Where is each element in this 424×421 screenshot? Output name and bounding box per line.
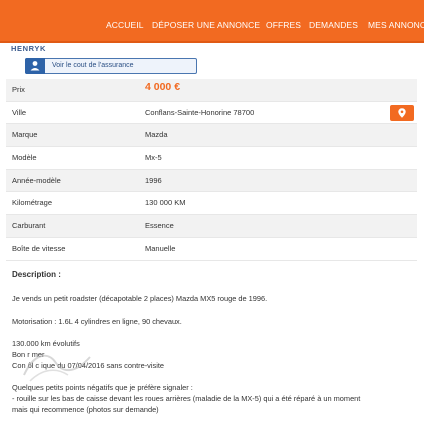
spec-row-model: Modèle Mx-5 [6,147,417,170]
spec-label: Année-modèle [12,175,61,185]
nav-accueil[interactable]: ACCUEIL [106,20,144,30]
year-value: 1996 [145,175,162,185]
nav-offres[interactable]: OFFRES [266,20,301,30]
description-line: Je vends un petit roadster (décapotable … [12,294,268,303]
map-pin-icon [398,107,406,118]
spec-label: Modèle [12,153,37,163]
description-line: mais qui recommence (photos sur demande) [12,405,159,414]
watermark-logo [23,354,91,382]
spec-row-city: Ville Conflans-Sainte-Honorine 78700 [6,102,417,125]
spec-row-price: Prix 4 000 € [6,79,417,102]
brand-value: Mazda [145,130,168,140]
nav-demandes[interactable]: DEMANDES [309,20,358,30]
insurance-cost-button[interactable]: Voir le cout de l'assurance [25,58,197,74]
user-icon [25,58,45,74]
spec-row-year: Année-modèle 1996 [6,169,417,193]
spec-label: Carburant [12,221,46,231]
seller-name: HENRYK [11,44,46,53]
description-line: Motorisation : 1.6L 4 cylindres en ligne… [12,317,182,326]
insurance-cost-label: Voir le cout de l'assurance [52,62,134,69]
spec-label: Kilométrage [12,198,53,208]
spec-label: Ville [12,107,27,117]
spec-row-gearbox: Boîte de vitesse Manuelle [6,238,417,261]
spec-label: Boîte de vitesse [12,243,66,253]
city-value: Conflans-Sainte-Honorine 78700 [145,107,255,117]
spec-row-brand: Marque Mazda [6,124,417,148]
map-location-button[interactable] [390,104,414,121]
spec-label: Marque [12,130,38,140]
description-heading: Description : [12,270,61,279]
spec-row-mileage: Kilométrage 130 000 KM [6,192,417,216]
price-value: 4 000 € [145,81,181,93]
top-navigation-bar: ACCUEIL DÉPOSER UNE ANNONCE OFFRES DEMAN… [0,0,424,43]
mileage-value: 130 000 KM [145,198,186,208]
fuel-value: Essence [145,221,174,231]
spec-label: Prix [12,85,25,94]
spec-row-fuel: Carburant Essence [6,215,417,238]
model-value: Mx-5 [145,153,162,163]
nav-mes-annonces[interactable]: MES ANNONC [368,20,424,30]
description-line: - rouille sur les bas de caisse devant l… [12,394,361,403]
nav-deposer-annonce[interactable]: DÉPOSER UNE ANNONCE [152,20,260,30]
gearbox-value: Manuelle [145,243,176,253]
vehicle-specs-table: Prix 4 000 € Ville Conflans-Sainte-Honor… [6,79,417,261]
